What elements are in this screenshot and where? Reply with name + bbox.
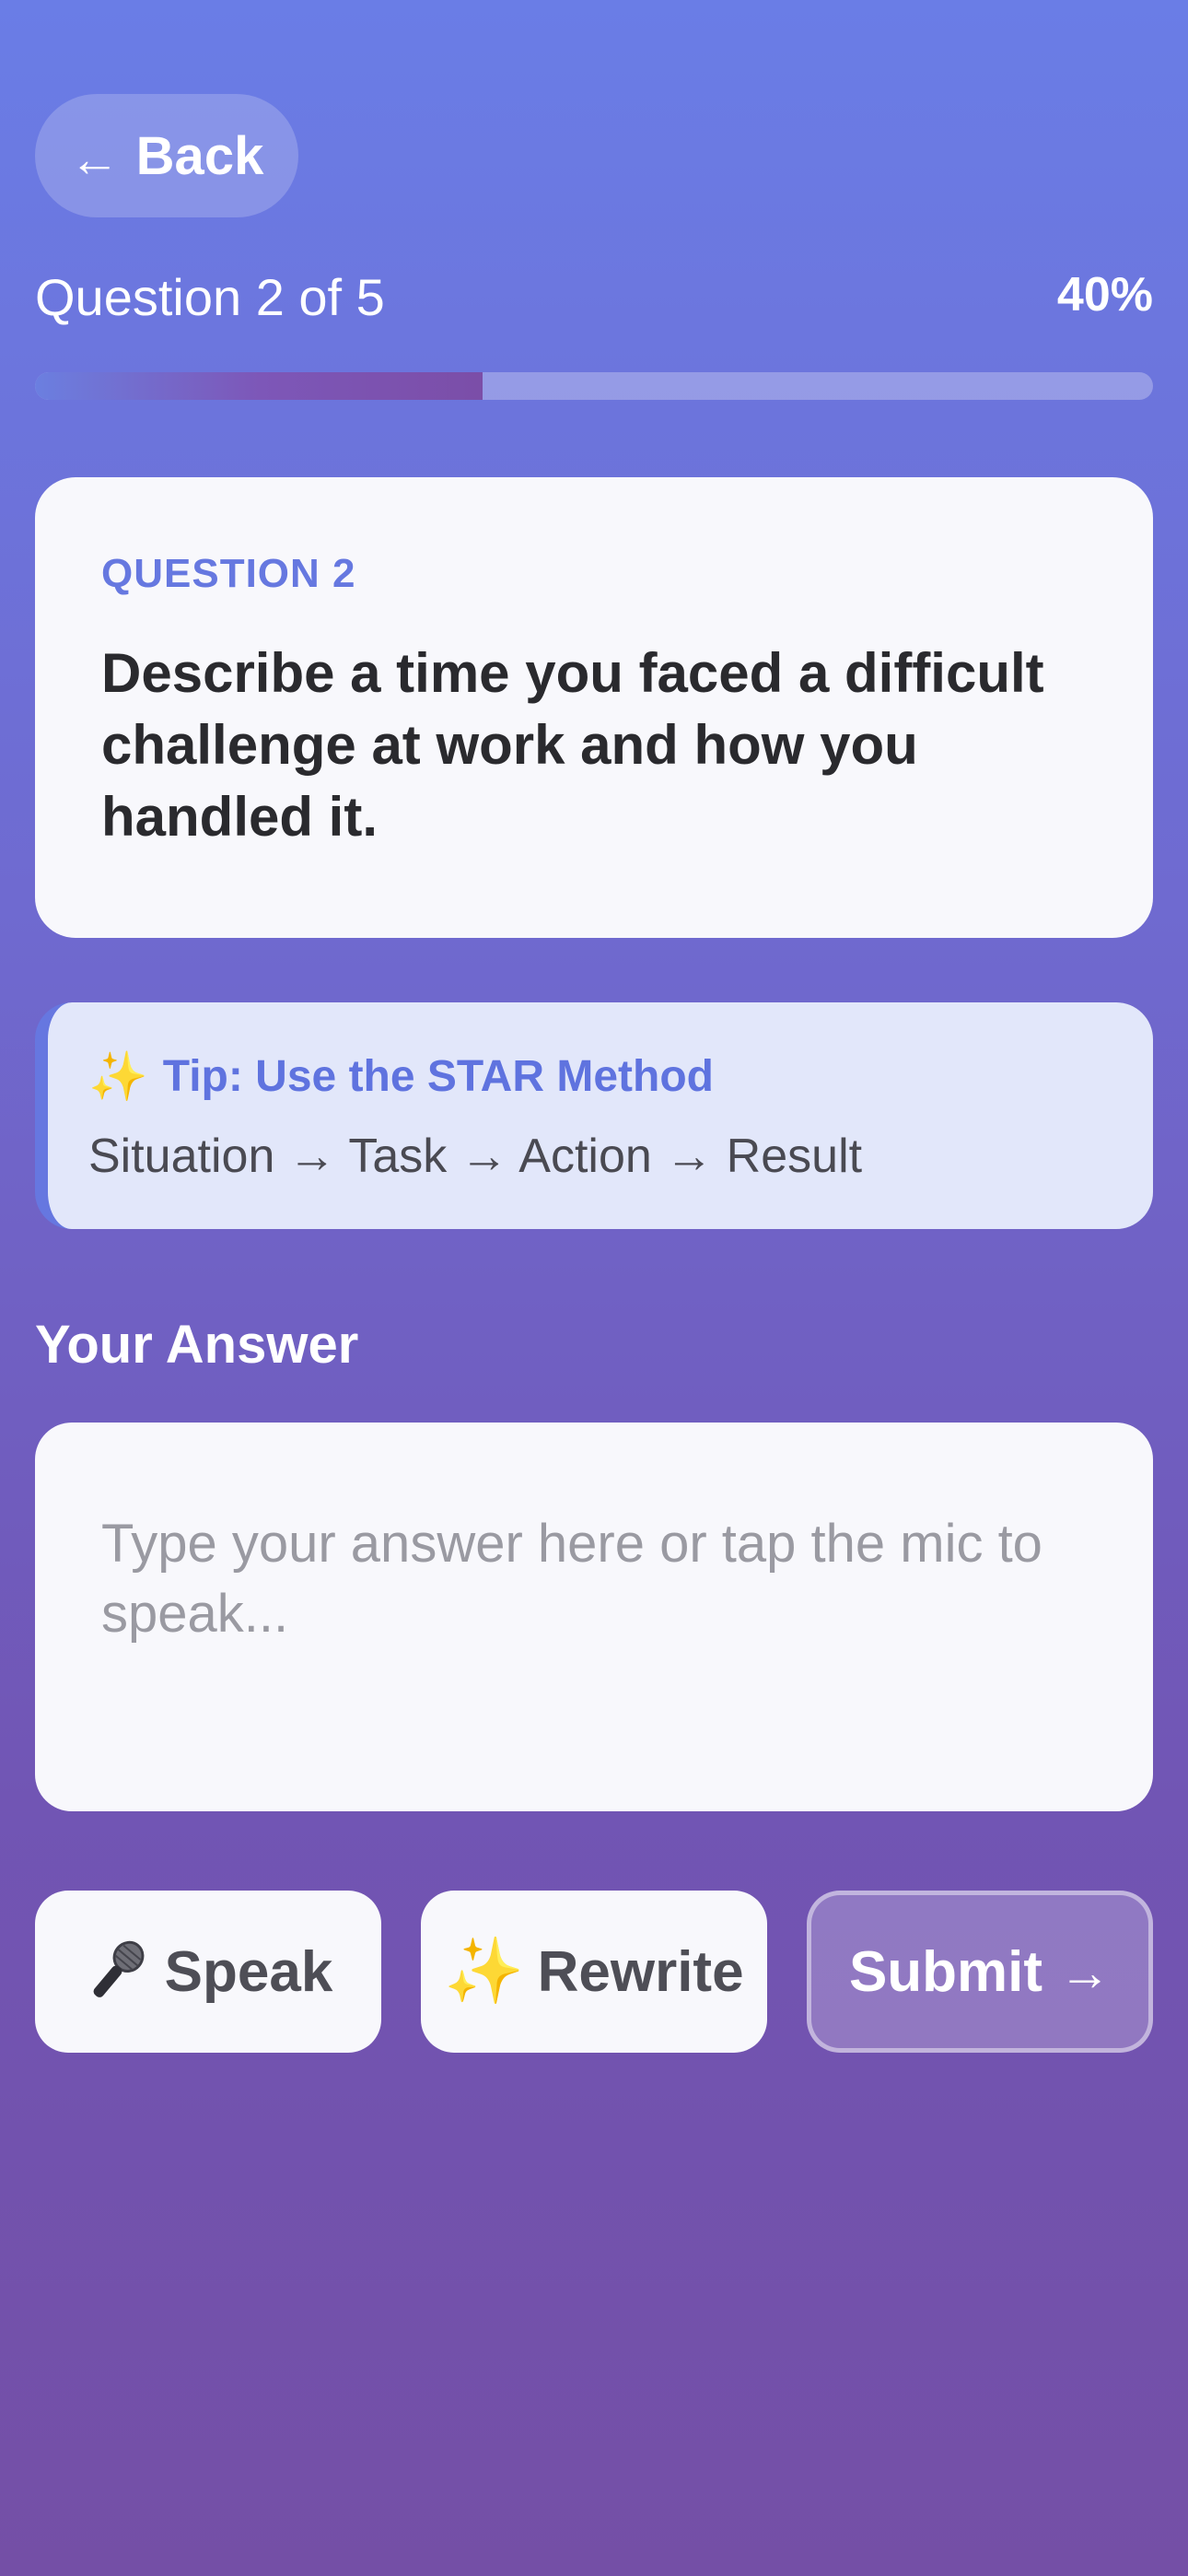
- question-text: Describe a time you faced a difficult ch…: [101, 642, 1044, 848]
- answer-input[interactable]: Type your answer here or tap the mic to …: [35, 1423, 1153, 1811]
- answer-section-title: Your Answer: [35, 1315, 359, 1375]
- tip-title: Tip: Use the STAR Method: [162, 1052, 714, 1101]
- speak-button-label: Speak: [164, 1939, 333, 2004]
- back-arrow-icon: ←: [69, 132, 120, 187]
- rewrite-button-label: Rewrite: [537, 1939, 744, 2004]
- tip-card: ✨ Tip: Use the STAR Method Situation → T…: [35, 1002, 1153, 1229]
- question-number: QUESTION 2: [101, 551, 356, 596]
- progress-bar-fill: [35, 372, 483, 400]
- submit-button-label: Submit: [848, 1939, 1043, 2004]
- microphone-icon: [84, 1936, 148, 2008]
- progress-bar: [35, 372, 1153, 400]
- speak-button[interactable]: Speak: [35, 1891, 381, 2053]
- progress-label: Question 2 of 5: [35, 268, 385, 326]
- tip-title-row: ✨ Tip: Use the STAR Method: [88, 1048, 1153, 1105]
- back-button[interactable]: ← Back: [35, 94, 298, 217]
- submit-button[interactable]: Submit →: [807, 1891, 1153, 2053]
- back-button-label: Back: [135, 125, 264, 186]
- tip-body: Situation → Task → Action → Result: [88, 1130, 863, 1183]
- sparkles-icon: ✨: [88, 1050, 148, 1104]
- sparkles-icon: ✨: [444, 1935, 525, 2007]
- question-card: QUESTION 2 Describe a time you faced a d…: [35, 477, 1153, 938]
- rewrite-button[interactable]: ✨ Rewrite: [421, 1891, 767, 2053]
- answer-placeholder: Type your answer here or tap the mic to …: [101, 1514, 1042, 1644]
- arrow-right-icon: →: [1059, 1942, 1112, 2001]
- progress-percent: 40%: [1056, 268, 1153, 322]
